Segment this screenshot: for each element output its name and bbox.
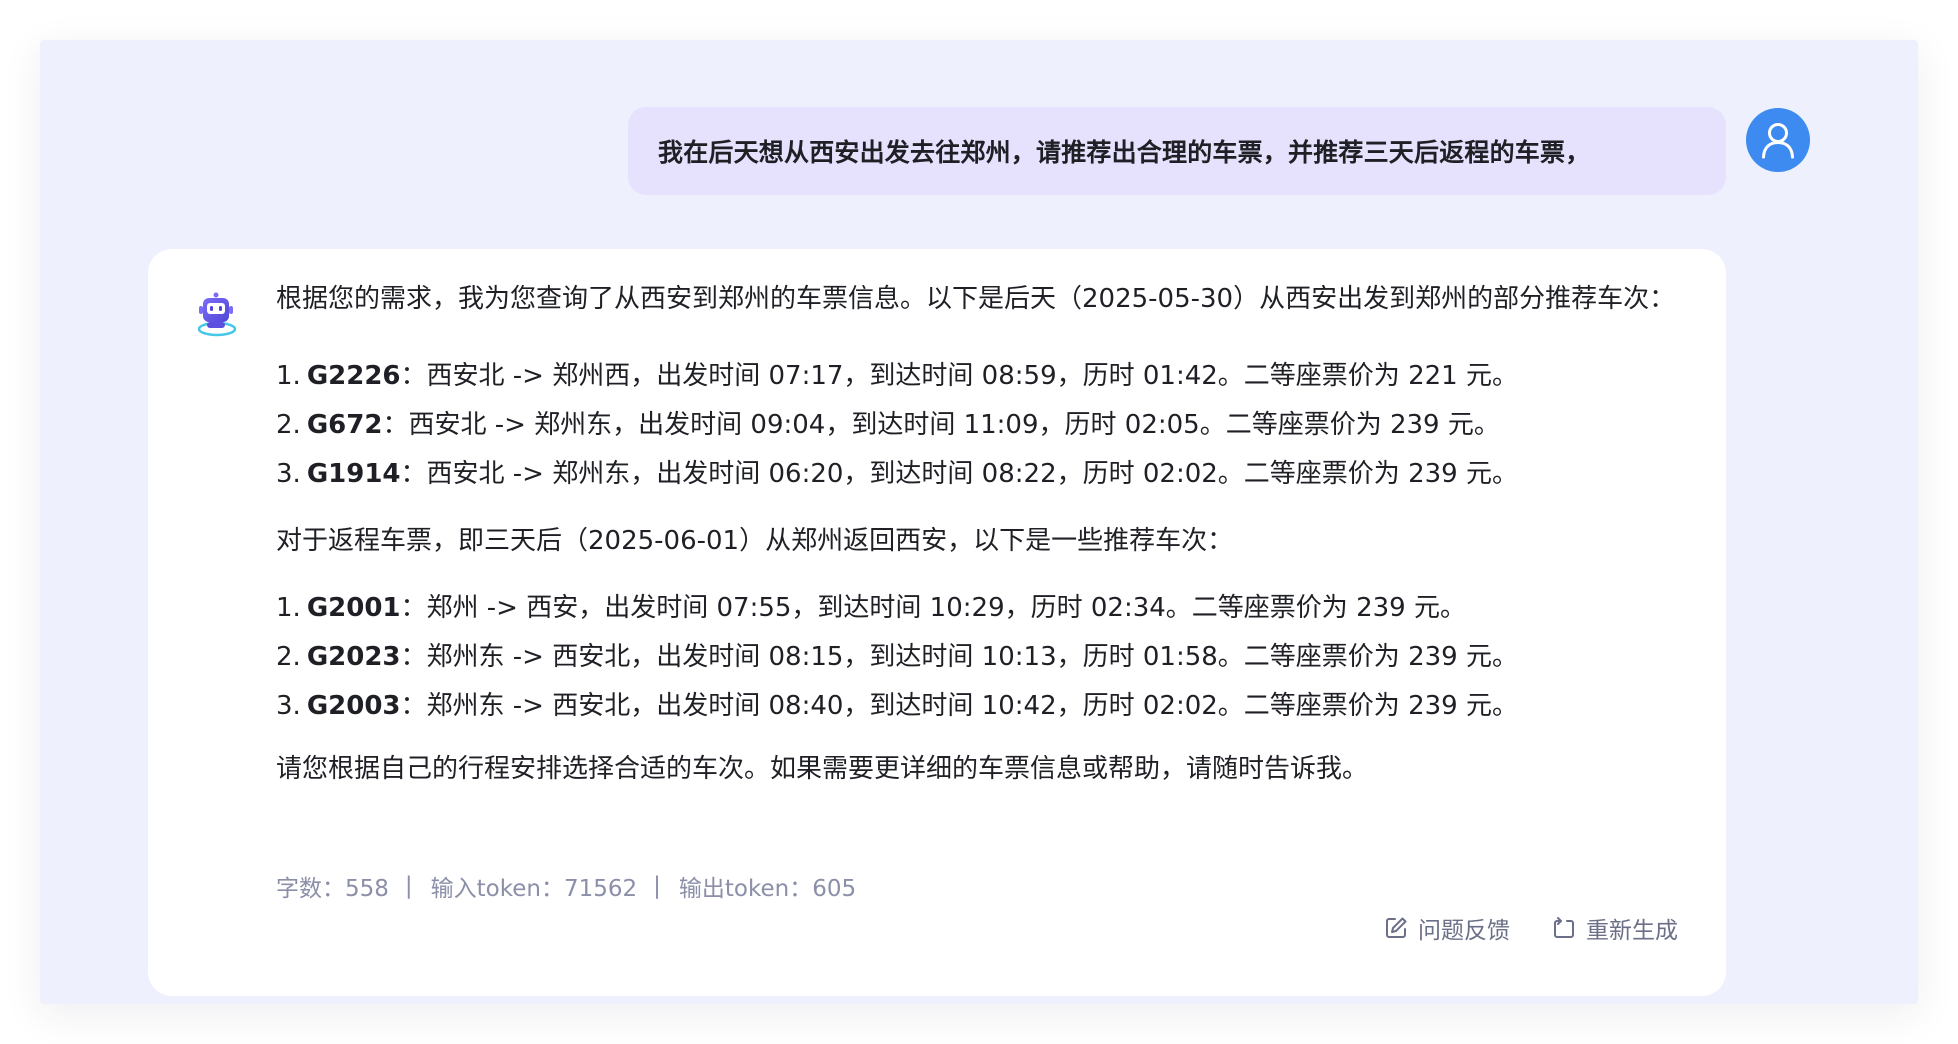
assistant-message-content: 根据您的需求，我为您查询了从西安到郑州的车票信息。以下是后天（2025-05-3… <box>276 279 1696 790</box>
user-message-bubble: 我在后天想从西安出发去往郑州，请推荐出合理的车票，并推荐三天后返程的车票， <box>628 107 1726 195</box>
assistant-closing: 请您根据自己的行程安排选择合适的车次。如果需要更详细的车票信息或帮助，请随时告诉… <box>276 754 1369 784</box>
train-code: G2023 <box>306 642 401 672</box>
train-code: G1914 <box>306 459 401 489</box>
input-token-count: 输入token：71562 <box>430 876 638 902</box>
return-intro: 对于返程车票，即三天后（2025-06-01）从郑州返回西安，以下是一些推荐车次… <box>276 526 1234 556</box>
train-code: G2226 <box>306 361 401 391</box>
assistant-avatar <box>192 289 242 339</box>
feedback-button[interactable]: 问题反馈 <box>1384 911 1510 945</box>
chat-panel: 我在后天想从西安出发去往郑州，请推荐出合理的车票，并推荐三天后返程的车票， 根据… <box>40 40 1918 1004</box>
list-item: 1. G2001：郑州 -> 西安，出发时间 07:55，到达时间 10:29，历… <box>276 593 1466 623</box>
message-actions: 问题反馈 重新生成 <box>1384 911 1678 945</box>
train-code: G2003 <box>306 691 401 721</box>
list-item: 3. G2003：郑州东 -> 西安北，出发时间 08:40，到达时间 10:42… <box>276 691 1518 721</box>
list-item: 2. G2023：郑州东 -> 西安北，出发时间 08:15，到达时间 10:13… <box>276 642 1518 672</box>
assistant-intro: 根据您的需求，我为您查询了从西安到郑州的车票信息。以下是后天（2025-05-3… <box>276 284 1676 314</box>
user-icon <box>1762 123 1794 159</box>
divider: | <box>653 873 661 899</box>
regenerate-icon <box>1554 917 1574 938</box>
regenerate-button[interactable]: 重新生成 <box>1552 911 1678 945</box>
output-token-count: 输出token：605 <box>678 876 857 902</box>
list-item: 1. G2226：西安北 -> 郑州西，出发时间 07:17，到达时间 08:59… <box>276 361 1518 391</box>
train-code: G2001 <box>306 593 401 623</box>
user-avatar[interactable] <box>1746 108 1810 172</box>
list-item: 2. G672：西安北 -> 郑州东，出发时间 09:04，到达时间 11:09，… <box>276 410 1500 440</box>
char-count: 字数：558 <box>276 876 389 902</box>
divider: | <box>404 873 413 899</box>
train-code: G672 <box>306 410 383 440</box>
regenerate-label: 重新生成 <box>1586 918 1678 944</box>
feedback-label: 问题反馈 <box>1418 918 1510 944</box>
message-stats: 字数：558 | 输入token：71562 | 输出token：605 <box>276 869 856 903</box>
outbound-train-list: 1. G2226：西安北 -> 郑州西，出发时间 07:17，到达时间 08:59… <box>276 352 1696 499</box>
edit-icon <box>1386 917 1407 938</box>
user-message-text: 我在后天想从西安出发去往郑州，请推荐出合理的车票，并推荐三天后返程的车票， <box>658 138 1591 167</box>
list-item: 3. G1914：西安北 -> 郑州东，出发时间 06:20，到达时间 08:22… <box>276 459 1518 489</box>
robot-icon <box>197 292 237 337</box>
assistant-message-card: 根据您的需求，我为您查询了从西安到郑州的车票信息。以下是后天（2025-05-3… <box>148 249 1726 996</box>
return-train-list: 1. G2001：郑州 -> 西安，出发时间 07:55，到达时间 10:29，历… <box>276 584 1696 731</box>
